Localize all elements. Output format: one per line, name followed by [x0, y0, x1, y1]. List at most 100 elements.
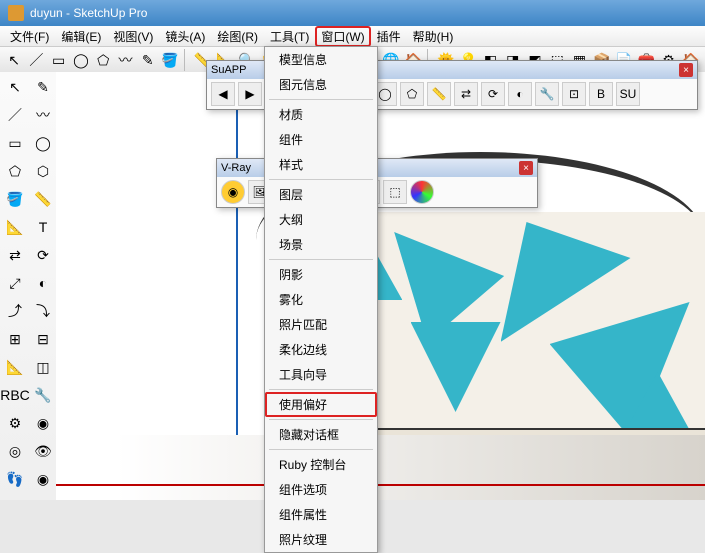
menu-item-组件属性[interactable]: 组件属性 — [265, 502, 377, 527]
menu-编辑(E)[interactable]: 编辑(E) — [55, 26, 107, 47]
palette-tool-icon[interactable]: 📏 — [30, 186, 56, 212]
app-icon — [8, 5, 24, 21]
menu-插件[interactable]: 插件 — [371, 26, 407, 47]
menu-item-组件选项[interactable]: 组件选项 — [265, 477, 377, 502]
menu-item-图层[interactable]: 图层 — [265, 182, 377, 207]
menu-工具(T)[interactable]: 工具(T) — [264, 26, 315, 47]
menu-item-组件[interactable]: 组件 — [265, 127, 377, 152]
palette-tool-icon[interactable]: ✎ — [30, 74, 56, 100]
menu-item-样式[interactable]: 样式 — [265, 152, 377, 177]
menu-separator — [269, 179, 373, 180]
palette-tool-icon[interactable]: ◉ — [30, 410, 56, 436]
suapp-tool-icon[interactable]: SU — [616, 82, 640, 106]
vray-render-icon[interactable]: ◉ — [221, 180, 245, 204]
suapp-tool-icon[interactable]: 🔧 — [535, 82, 559, 106]
menu-item-照片匹配[interactable]: 照片匹配 — [265, 312, 377, 337]
suapp-tool-icon[interactable]: ⊡ — [562, 82, 586, 106]
window-menu-dropdown: 模型信息图元信息材质组件样式图层大纲场景阴影雾化照片匹配柔化边线工具向导使用偏好… — [264, 46, 378, 553]
menu-文件(F)[interactable]: 文件(F) — [4, 26, 55, 47]
toolbar-icon[interactable]: ✎ — [138, 48, 158, 72]
palette-tool-icon[interactable]: ⚙ — [2, 410, 28, 436]
suapp-tool-icon[interactable]: 📏 — [427, 82, 451, 106]
vray-title: V-Ray — [221, 162, 251, 174]
suapp-tool-icon[interactable]: ▶ — [238, 82, 262, 106]
palette-tool-icon[interactable]: ⊟ — [30, 326, 56, 352]
close-icon[interactable]: × — [519, 161, 533, 175]
vray-color-icon[interactable] — [410, 180, 434, 204]
glass-panel — [501, 222, 631, 342]
palette-tool-icon[interactable]: 🔧 — [30, 382, 56, 408]
toolbar-icon[interactable]: 〰 — [115, 48, 135, 72]
palette-tool-icon[interactable]: ／ — [2, 102, 28, 128]
palette-tool-icon[interactable]: ⬠ — [2, 158, 28, 184]
menu-item-Ruby 控制台[interactable]: Ruby 控制台 — [265, 452, 377, 477]
glass-panel — [411, 322, 501, 412]
toolbar-icon[interactable]: ▭ — [49, 48, 69, 72]
toolbar-icon[interactable]: ／ — [26, 48, 46, 72]
toolbar-icon[interactable]: ⬠ — [93, 48, 113, 72]
palette-tool-icon[interactable]: 👁 — [30, 438, 56, 464]
palette-tool-icon[interactable]: ↖ — [2, 74, 28, 100]
palette-tool-icon[interactable]: ⤴ — [2, 298, 28, 324]
suapp-title: SuAPP — [211, 64, 246, 76]
palette-tool-icon[interactable]: 📐 — [2, 214, 28, 240]
separator — [184, 49, 188, 71]
menu-item-柔化边线[interactable]: 柔化边线 — [265, 337, 377, 362]
palette-tool-icon[interactable]: ◉ — [30, 466, 56, 492]
palette-tool-icon[interactable]: ◐ — [30, 270, 56, 296]
menu-item-大纲[interactable]: 大纲 — [265, 207, 377, 232]
palette-tool-icon[interactable]: ◎ — [2, 438, 28, 464]
palette-tool-icon[interactable]: ◯ — [30, 130, 56, 156]
palette-tool-icon[interactable]: ⤢ — [2, 270, 28, 296]
menu-帮助(H)[interactable]: 帮助(H) — [407, 26, 460, 47]
suapp-tool-icon[interactable]: ◀ — [211, 82, 235, 106]
menu-item-场景[interactable]: 场景 — [265, 232, 377, 257]
menu-separator — [269, 99, 373, 100]
menu-item-照片纹理[interactable]: 照片纹理 — [265, 527, 377, 552]
palette-tool-icon[interactable]: 〰 — [30, 102, 56, 128]
palette-tool-icon[interactable]: RBC — [2, 382, 28, 408]
suapp-tool-icon[interactable]: ⬠ — [400, 82, 424, 106]
palette-tool-icon[interactable]: ⇄ — [2, 242, 28, 268]
menu-separator — [269, 259, 373, 260]
menu-item-模型信息[interactable]: 模型信息 — [265, 47, 377, 72]
suapp-tool-icon[interactable]: ◐ — [508, 82, 532, 106]
menu-bar: 文件(F)编辑(E)视图(V)镜头(A)绘图(R)工具(T)窗口(W)插件帮助(… — [0, 26, 705, 47]
palette-tool-icon[interactable]: ⟳ — [30, 242, 56, 268]
tool-palette: ↖✎／〰▭◯⬠⬡🪣📏📐T⇄⟳⤢◐⤴⤵⊞⊟📐◫RBC🔧⚙◉◎👁👣◉ — [0, 72, 61, 500]
menu-item-阴影[interactable]: 阴影 — [265, 262, 377, 287]
viewport-3d[interactable] — [56, 72, 705, 500]
menu-item-隐藏对话框[interactable]: 隐藏对话框 — [265, 422, 377, 447]
palette-tool-icon[interactable]: ⬡ — [30, 158, 56, 184]
palette-tool-icon[interactable]: 🪣 — [2, 186, 28, 212]
menu-窗口(W)[interactable]: 窗口(W) — [315, 26, 370, 47]
suapp-tool-icon[interactable]: ⟳ — [481, 82, 505, 106]
title-bar: duyun - SketchUp Pro — [0, 0, 705, 26]
palette-tool-icon[interactable]: ⤵ — [30, 298, 56, 324]
menu-separator — [269, 389, 373, 390]
app-title: duyun - SketchUp Pro — [30, 6, 147, 20]
toolbar-icon[interactable]: ↖ — [4, 48, 24, 72]
menu-item-图元信息[interactable]: 图元信息 — [265, 72, 377, 97]
suapp-tool-icon[interactable]: ⇄ — [454, 82, 478, 106]
palette-tool-icon[interactable]: ◫ — [30, 354, 56, 380]
menu-separator — [269, 449, 373, 450]
palette-tool-icon[interactable]: ▭ — [2, 130, 28, 156]
menu-item-使用偏好[interactable]: 使用偏好 — [265, 392, 377, 417]
close-icon[interactable]: × — [679, 63, 693, 77]
palette-tool-icon[interactable]: 📐 — [2, 354, 28, 380]
menu-item-工具向导[interactable]: 工具向导 — [265, 362, 377, 387]
menu-绘图(R)[interactable]: 绘图(R) — [211, 26, 264, 47]
menu-item-雾化[interactable]: 雾化 — [265, 287, 377, 312]
palette-tool-icon[interactable]: 👣 — [2, 466, 28, 492]
palette-tool-icon[interactable]: ⊞ — [2, 326, 28, 352]
menu-镜头(A)[interactable]: 镜头(A) — [159, 26, 211, 47]
suapp-tool-icon[interactable]: B — [589, 82, 613, 106]
toolbar-icon[interactable]: 🪣 — [160, 48, 180, 72]
axis-red — [56, 484, 705, 486]
menu-item-材质[interactable]: 材质 — [265, 102, 377, 127]
vray-tool-icon[interactable]: ⬚ — [383, 180, 407, 204]
palette-tool-icon[interactable]: T — [30, 214, 56, 240]
menu-视图(V)[interactable]: 视图(V) — [107, 26, 159, 47]
toolbar-icon[interactable]: ◯ — [71, 48, 91, 72]
